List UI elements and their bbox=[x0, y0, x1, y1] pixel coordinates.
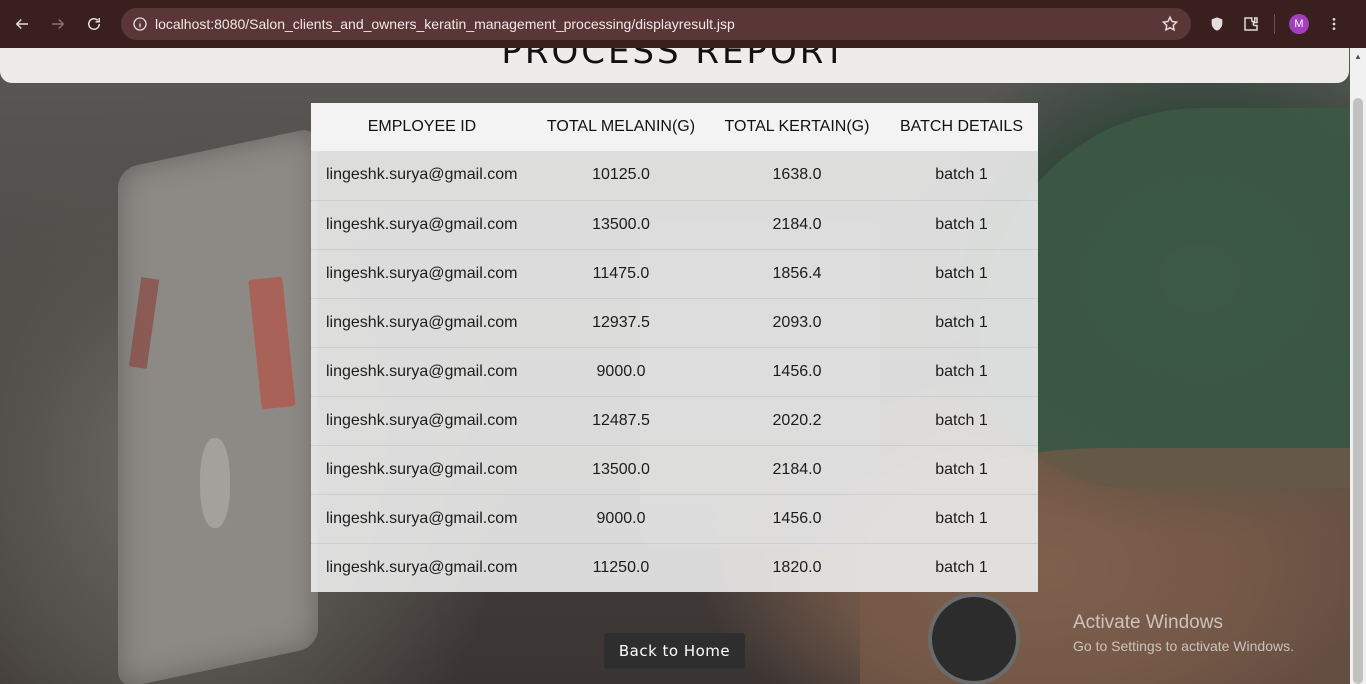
bookmark-star-icon[interactable] bbox=[1161, 15, 1179, 38]
melanin-cell: 13500.0 bbox=[533, 445, 709, 495]
site-info-icon[interactable] bbox=[125, 16, 155, 32]
shield-extension-icon[interactable] bbox=[1200, 8, 1234, 40]
page-title: PROCESS REPORT bbox=[501, 48, 848, 72]
column-header: EMPLOYEE ID bbox=[311, 103, 533, 151]
watermark-subtitle: Go to Settings to activate Windows. bbox=[1073, 638, 1294, 654]
watch-shape bbox=[928, 593, 1020, 684]
keratin-cell: 2093.0 bbox=[709, 298, 885, 348]
employee-id-cell: lingeshk.surya@gmail.com bbox=[311, 249, 533, 299]
employee-id-cell: lingeshk.surya@gmail.com bbox=[311, 200, 533, 250]
keratin-cell: 1638.0 bbox=[709, 151, 885, 201]
batch-cell: batch 1 bbox=[885, 494, 1038, 544]
header-panel: PROCESS REPORT bbox=[0, 48, 1349, 83]
keratin-cell: 1856.4 bbox=[709, 249, 885, 299]
melanin-cell: 9000.0 bbox=[533, 347, 709, 397]
page-viewport: PROCESS REPORT EMPLOYEE ID TOTAL MELANIN… bbox=[0, 48, 1350, 684]
scrollbar-thumb[interactable] bbox=[1353, 98, 1363, 684]
employee-id-cell: lingeshk.surya@gmail.com bbox=[311, 151, 533, 201]
melanin-cell: 12487.5 bbox=[533, 396, 709, 446]
scroll-up-arrow-icon[interactable]: ▲ bbox=[1350, 48, 1366, 64]
windows-activation-watermark: Activate Windows Go to Settings to activ… bbox=[1073, 612, 1294, 654]
table-row: lingeshk.surya@gmail.com 13500.0 2184.0 … bbox=[311, 200, 1038, 250]
melanin-cell: 11475.0 bbox=[533, 249, 709, 299]
browser-toolbar: localhost:8080/Salon_clients_and_owners_… bbox=[0, 0, 1366, 48]
batch-cell: batch 1 bbox=[885, 200, 1038, 250]
address-bar[interactable]: localhost:8080/Salon_clients_and_owners_… bbox=[121, 8, 1191, 40]
table-row: lingeshk.surya@gmail.com 10125.0 1638.0 … bbox=[311, 151, 1038, 201]
keratin-cell: 1456.0 bbox=[709, 494, 885, 544]
table-row: lingeshk.surya@gmail.com 9000.0 1456.0 b… bbox=[311, 494, 1038, 544]
batch-cell: batch 1 bbox=[885, 151, 1038, 201]
toolbar-actions: M bbox=[1200, 8, 1351, 40]
table-row: lingeshk.surya@gmail.com 11250.0 1820.0 … bbox=[311, 543, 1038, 592]
back-to-home-button[interactable]: Back to Home bbox=[604, 633, 745, 669]
url-text[interactable]: localhost:8080/Salon_clients_and_owners_… bbox=[155, 16, 735, 32]
employee-id-cell: lingeshk.surya@gmail.com bbox=[326, 558, 518, 576]
column-header: TOTAL MELANIN(G) bbox=[533, 103, 709, 151]
profile-avatar[interactable]: M bbox=[1289, 14, 1309, 34]
employee-id-cell: lingeshk.surya@gmail.com bbox=[311, 298, 533, 348]
batch-cell: batch 1 bbox=[885, 249, 1038, 299]
employee-id-cell: lingeshk.surya@gmail.com bbox=[311, 494, 533, 544]
melanin-cell: 13500.0 bbox=[533, 200, 709, 250]
reload-icon[interactable] bbox=[76, 6, 112, 42]
forward-arrow-icon[interactable] bbox=[40, 6, 76, 42]
employee-id-cell: lingeshk.surya@gmail.com bbox=[311, 347, 533, 397]
melanin-cell: 9000.0 bbox=[533, 494, 709, 544]
keratin-cell: 2184.0 bbox=[709, 200, 885, 250]
batch-cell: batch 1 bbox=[885, 445, 1038, 495]
extensions-puzzle-icon[interactable] bbox=[1234, 8, 1268, 40]
table-row: lingeshk.surya@gmail.com 11475.0 1856.4 … bbox=[311, 249, 1038, 299]
keratin-cell: 1456.0 bbox=[709, 347, 885, 397]
column-header: TOTAL KERTAIN(G) bbox=[709, 103, 885, 151]
batch-cell: batch 1 bbox=[885, 298, 1038, 348]
table-row: lingeshk.surya@gmail.com 9000.0 1456.0 b… bbox=[311, 347, 1038, 397]
keratin-cell: 2020.2 bbox=[709, 396, 885, 446]
process-report-table: EMPLOYEE ID TOTAL MELANIN(G) TOTAL KERTA… bbox=[311, 103, 1038, 592]
employee-id-cell: lingeshk.surya@gmail.com bbox=[311, 396, 533, 446]
batch-cell: batch 1 bbox=[885, 347, 1038, 397]
table-row: lingeshk.surya@gmail.com 12937.5 2093.0 … bbox=[311, 298, 1038, 348]
apple-logo-shape bbox=[200, 438, 230, 528]
melanin-cell: 11250.0 bbox=[592, 558, 650, 576]
toolbar-divider bbox=[1274, 14, 1275, 34]
more-menu-icon[interactable] bbox=[1317, 8, 1351, 40]
column-header: BATCH DETAILS bbox=[885, 103, 1038, 151]
vertical-scrollbar[interactable]: ▲ bbox=[1350, 48, 1366, 684]
table-header-row: EMPLOYEE ID TOTAL MELANIN(G) TOTAL KERTA… bbox=[311, 103, 1038, 151]
batch-cell: batch 1 bbox=[935, 558, 988, 576]
melanin-cell: 12937.5 bbox=[533, 298, 709, 348]
watermark-title: Activate Windows bbox=[1073, 612, 1223, 633]
table-row: lingeshk.surya@gmail.com 12487.5 2020.2 … bbox=[311, 396, 1038, 446]
table-row: lingeshk.surya@gmail.com 13500.0 2184.0 … bbox=[311, 445, 1038, 495]
keratin-cell: 2184.0 bbox=[709, 445, 885, 495]
keratin-cell: 1820.0 bbox=[772, 558, 822, 576]
employee-id-cell: lingeshk.surya@gmail.com bbox=[311, 445, 533, 495]
back-arrow-icon[interactable] bbox=[4, 6, 40, 42]
batch-cell: batch 1 bbox=[885, 396, 1038, 446]
melanin-cell: 10125.0 bbox=[533, 151, 709, 201]
